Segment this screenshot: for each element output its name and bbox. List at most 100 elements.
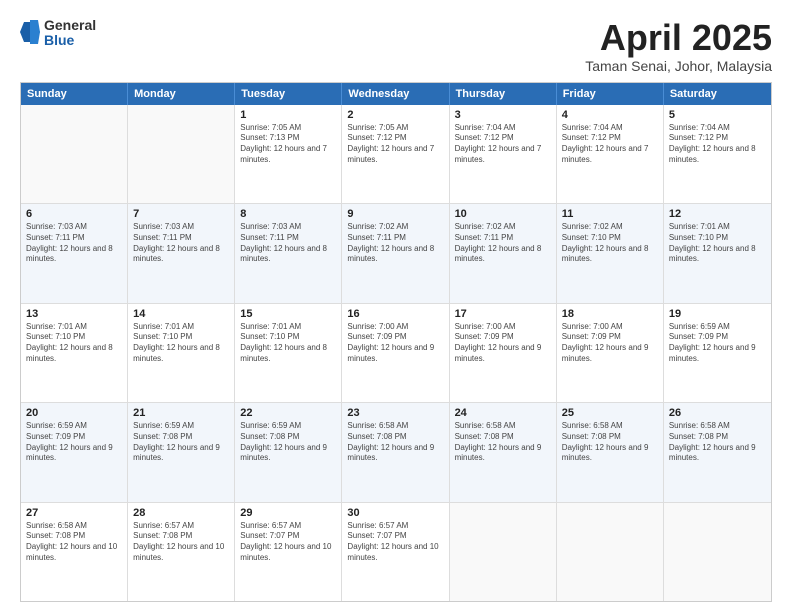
day-number: 8 bbox=[240, 208, 336, 220]
day-cell-14: 14 Sunrise: 7:01 AM Sunset: 7:10 PM Dayli… bbox=[128, 304, 235, 402]
day-info: Sunrise: 7:05 AM Sunset: 7:12 PM Dayligh… bbox=[347, 123, 443, 166]
day-cell-9: 9Sunrise: 7:02 AM Sunset: 7:11 PM Daylig… bbox=[342, 204, 449, 302]
day-info: Sunrise: 6:59 AM Sunset: 7:09 PM Dayligh… bbox=[669, 322, 766, 365]
day-info: Sunrise: 6:58 AM Sunset: 7:08 PM Dayligh… bbox=[562, 421, 658, 464]
calendar-row-1: 1 Sunrise: 7:05 AM Sunset: 7:13 PM Daylig… bbox=[21, 105, 771, 204]
day-number: 30 bbox=[347, 507, 443, 519]
day-number: 24 bbox=[455, 407, 551, 419]
day-cell-11: 11 Sunrise: 7:02 AM Sunset: 7:10 PM Dayli… bbox=[557, 204, 664, 302]
day-number: 20 bbox=[26, 407, 122, 419]
day-cell-20: 20 Sunrise: 6:59 AM Sunset: 7:09 PM Dayli… bbox=[21, 403, 128, 501]
day-number: 2 bbox=[347, 109, 443, 121]
calendar-body: 1 Sunrise: 7:05 AM Sunset: 7:13 PM Daylig… bbox=[21, 105, 771, 601]
day-cell-25: 25 Sunrise: 6:58 AM Sunset: 7:08 PM Dayli… bbox=[557, 403, 664, 501]
day-number: 25 bbox=[562, 407, 658, 419]
day-cell-13: 13Sunrise: 7:01 AM Sunset: 7:10 PM Dayli… bbox=[21, 304, 128, 402]
day-cell-30: 30 Sunrise: 6:57 AM Sunset: 7:07 PM Dayli… bbox=[342, 503, 449, 601]
day-cell-16: 16 Sunrise: 7:00 AM Sunset: 7:09 PM Dayli… bbox=[342, 304, 449, 402]
day-info: Sunrise: 6:58 AM Sunset: 7:08 PM Dayligh… bbox=[455, 421, 551, 464]
day-cell-22: 22 Sunrise: 6:59 AM Sunset: 7:08 PM Dayli… bbox=[235, 403, 342, 501]
logo-general: General bbox=[44, 18, 96, 33]
calendar-row-4: 20 Sunrise: 6:59 AM Sunset: 7:09 PM Dayli… bbox=[21, 403, 771, 502]
day-info: Sunrise: 7:01 AM Sunset: 7:10 PM Dayligh… bbox=[669, 222, 766, 265]
page: General Blue April 2025 Taman Senai, Joh… bbox=[0, 0, 792, 612]
logo-blue: Blue bbox=[44, 33, 96, 48]
day-number: 12 bbox=[669, 208, 766, 220]
day-info: Sunrise: 6:58 AM Sunset: 7:08 PM Dayligh… bbox=[669, 421, 766, 464]
day-info: Sunrise: 7:04 AM Sunset: 7:12 PM Dayligh… bbox=[455, 123, 551, 166]
day-cell-26: 26 Sunrise: 6:58 AM Sunset: 7:08 PM Dayli… bbox=[664, 403, 771, 501]
day-info: Sunrise: 6:57 AM Sunset: 7:07 PM Dayligh… bbox=[240, 521, 336, 564]
day-info: Sunrise: 7:02 AM Sunset: 7:10 PM Dayligh… bbox=[562, 222, 658, 265]
header-tuesday: Tuesday bbox=[235, 83, 342, 105]
header-wednesday: Wednesday bbox=[342, 83, 449, 105]
day-cell-4: 4 Sunrise: 7:04 AM Sunset: 7:12 PM Daylig… bbox=[557, 105, 664, 203]
day-cell-28: 28Sunrise: 6:57 AM Sunset: 7:08 PM Dayli… bbox=[128, 503, 235, 601]
title-block: April 2025 Taman Senai, Johor, Malaysia bbox=[585, 18, 772, 74]
empty-cell bbox=[557, 503, 664, 601]
day-info: Sunrise: 6:57 AM Sunset: 7:07 PM Dayligh… bbox=[347, 521, 443, 564]
day-number: 17 bbox=[455, 308, 551, 320]
day-info: Sunrise: 7:03 AM Sunset: 7:11 PM Dayligh… bbox=[26, 222, 122, 265]
day-cell-29: 29 Sunrise: 6:57 AM Sunset: 7:07 PM Dayli… bbox=[235, 503, 342, 601]
header-saturday: Saturday bbox=[664, 83, 771, 105]
day-number: 22 bbox=[240, 407, 336, 419]
day-number: 10 bbox=[455, 208, 551, 220]
header: General Blue April 2025 Taman Senai, Joh… bbox=[20, 18, 772, 74]
calendar-row-2: 6 Sunrise: 7:03 AM Sunset: 7:11 PM Daylig… bbox=[21, 204, 771, 303]
header-friday: Friday bbox=[557, 83, 664, 105]
day-number: 16 bbox=[347, 308, 443, 320]
day-number: 6 bbox=[26, 208, 122, 220]
empty-cell bbox=[21, 105, 128, 203]
logo: General Blue bbox=[20, 18, 96, 49]
day-cell-15: 15Sunrise: 7:01 AM Sunset: 7:10 PM Dayli… bbox=[235, 304, 342, 402]
day-number: 21 bbox=[133, 407, 229, 419]
day-number: 26 bbox=[669, 407, 766, 419]
day-cell-8: 8Sunrise: 7:03 AM Sunset: 7:11 PM Daylig… bbox=[235, 204, 342, 302]
day-info: Sunrise: 7:01 AM Sunset: 7:10 PM Dayligh… bbox=[133, 322, 229, 365]
day-info: Sunrise: 7:04 AM Sunset: 7:12 PM Dayligh… bbox=[562, 123, 658, 166]
day-number: 23 bbox=[347, 407, 443, 419]
header-thursday: Thursday bbox=[450, 83, 557, 105]
day-info: Sunrise: 6:58 AM Sunset: 7:08 PM Dayligh… bbox=[347, 421, 443, 464]
day-cell-2: 2 Sunrise: 7:05 AM Sunset: 7:12 PM Daylig… bbox=[342, 105, 449, 203]
empty-cell bbox=[664, 503, 771, 601]
day-cell-6: 6 Sunrise: 7:03 AM Sunset: 7:11 PM Daylig… bbox=[21, 204, 128, 302]
day-number: 29 bbox=[240, 507, 336, 519]
day-cell-19: 19 Sunrise: 6:59 AM Sunset: 7:09 PM Dayli… bbox=[664, 304, 771, 402]
day-cell-3: 3 Sunrise: 7:04 AM Sunset: 7:12 PM Daylig… bbox=[450, 105, 557, 203]
day-info: Sunrise: 7:01 AM Sunset: 7:10 PM Dayligh… bbox=[240, 322, 336, 365]
day-cell-23: 23 Sunrise: 6:58 AM Sunset: 7:08 PM Dayli… bbox=[342, 403, 449, 501]
empty-cell bbox=[450, 503, 557, 601]
day-cell-7: 7 Sunrise: 7:03 AM Sunset: 7:11 PM Daylig… bbox=[128, 204, 235, 302]
day-info: Sunrise: 7:00 AM Sunset: 7:09 PM Dayligh… bbox=[455, 322, 551, 365]
day-cell-1: 1 Sunrise: 7:05 AM Sunset: 7:13 PM Daylig… bbox=[235, 105, 342, 203]
day-number: 4 bbox=[562, 109, 658, 121]
day-info: Sunrise: 7:05 AM Sunset: 7:13 PM Dayligh… bbox=[240, 123, 336, 166]
day-info: Sunrise: 7:00 AM Sunset: 7:09 PM Dayligh… bbox=[347, 322, 443, 365]
day-number: 7 bbox=[133, 208, 229, 220]
day-info: Sunrise: 7:03 AM Sunset: 7:11 PM Dayligh… bbox=[133, 222, 229, 265]
day-info: Sunrise: 7:04 AM Sunset: 7:12 PM Dayligh… bbox=[669, 123, 766, 166]
day-info: Sunrise: 6:57 AM Sunset: 7:08 PM Dayligh… bbox=[133, 521, 229, 564]
day-info: Sunrise: 6:59 AM Sunset: 7:08 PM Dayligh… bbox=[240, 421, 336, 464]
header-sunday: Sunday bbox=[21, 83, 128, 105]
title-location: Taman Senai, Johor, Malaysia bbox=[585, 58, 772, 74]
day-cell-18: 18Sunrise: 7:00 AM Sunset: 7:09 PM Dayli… bbox=[557, 304, 664, 402]
day-number: 18 bbox=[562, 308, 658, 320]
day-cell-21: 21Sunrise: 6:59 AM Sunset: 7:08 PM Dayli… bbox=[128, 403, 235, 501]
day-info: Sunrise: 7:02 AM Sunset: 7:11 PM Dayligh… bbox=[347, 222, 443, 265]
logo-icon bbox=[20, 18, 40, 46]
day-number: 1 bbox=[240, 109, 336, 121]
day-number: 3 bbox=[455, 109, 551, 121]
calendar-row-3: 13Sunrise: 7:01 AM Sunset: 7:10 PM Dayli… bbox=[21, 304, 771, 403]
day-number: 19 bbox=[669, 308, 766, 320]
day-info: Sunrise: 7:01 AM Sunset: 7:10 PM Dayligh… bbox=[26, 322, 122, 365]
header-monday: Monday bbox=[128, 83, 235, 105]
day-number: 14 bbox=[133, 308, 229, 320]
calendar: Sunday Monday Tuesday Wednesday Thursday… bbox=[20, 82, 772, 602]
day-info: Sunrise: 6:59 AM Sunset: 7:09 PM Dayligh… bbox=[26, 421, 122, 464]
day-number: 11 bbox=[562, 208, 658, 220]
calendar-row-5: 27Sunrise: 6:58 AM Sunset: 7:08 PM Dayli… bbox=[21, 503, 771, 601]
logo-text: General Blue bbox=[44, 18, 96, 49]
